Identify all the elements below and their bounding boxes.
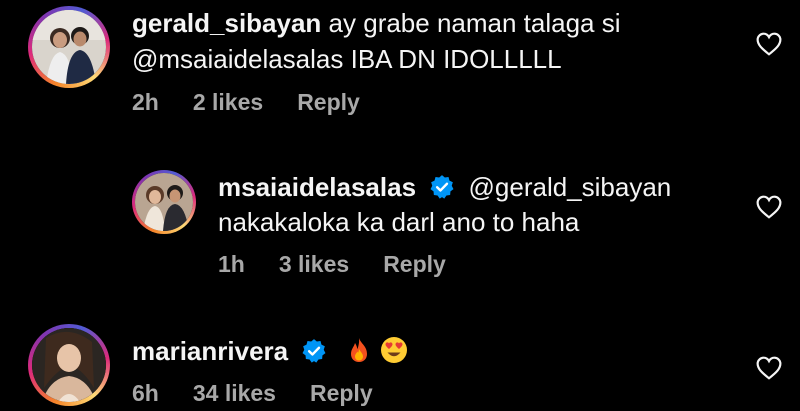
timestamp: 2h	[132, 89, 159, 115]
avatar[interactable]	[28, 324, 110, 406]
comment-text-line2: @msaiaidelasalas IBA DN IDOLLLLL	[132, 44, 562, 74]
heart-icon[interactable]	[756, 195, 782, 219]
comment-meta: 2h 2 likes Reply	[132, 89, 360, 116]
avatar[interactable]	[28, 6, 110, 88]
avatar-image	[32, 328, 106, 402]
avatar-image	[32, 10, 106, 84]
likes-count[interactable]: 34 likes	[193, 380, 276, 407]
comment-text-line1: marianrivera	[132, 334, 408, 368]
heart-icon[interactable]	[756, 356, 782, 380]
comment-meta: 6h 34 likes Reply	[132, 380, 373, 407]
avatar-image	[135, 173, 193, 231]
avatar-photo	[32, 10, 106, 84]
reply-button[interactable]: Reply	[310, 380, 373, 407]
verified-badge-icon	[430, 175, 454, 199]
verified-badge-icon	[302, 339, 326, 363]
timestamp: 1h	[218, 251, 245, 277]
username[interactable]: msaiaidelasalas	[218, 172, 416, 202]
reply-button[interactable]: Reply	[297, 89, 360, 116]
heart-eyes-emoji	[380, 337, 407, 363]
comment-text-line1: msaiaidelasalas @gerald_sibayan	[218, 170, 671, 204]
comment-body: ay grabe naman talaga si	[328, 8, 621, 38]
comment-meta: 1h 3 likes Reply	[218, 251, 446, 278]
likes-count[interactable]: 2 likes	[193, 89, 263, 116]
username[interactable]: gerald_sibayan	[132, 8, 321, 38]
mention-link[interactable]: @gerald_sibayan	[469, 172, 672, 202]
timestamp: 6h	[132, 380, 159, 406]
avatar[interactable]	[132, 170, 196, 234]
fire-emoji	[350, 338, 367, 362]
avatar-photo	[32, 328, 106, 402]
username[interactable]: marianrivera	[132, 336, 288, 366]
comment-body: nakakaloka ka darl ano to haha	[218, 207, 580, 237]
avatar-photo	[135, 173, 193, 231]
comment-text-line1: gerald_sibayan ay grabe naman talaga si	[132, 6, 621, 40]
reply-button[interactable]: Reply	[383, 251, 446, 278]
likes-count[interactable]: 3 likes	[279, 251, 349, 278]
heart-icon[interactable]	[756, 32, 782, 56]
